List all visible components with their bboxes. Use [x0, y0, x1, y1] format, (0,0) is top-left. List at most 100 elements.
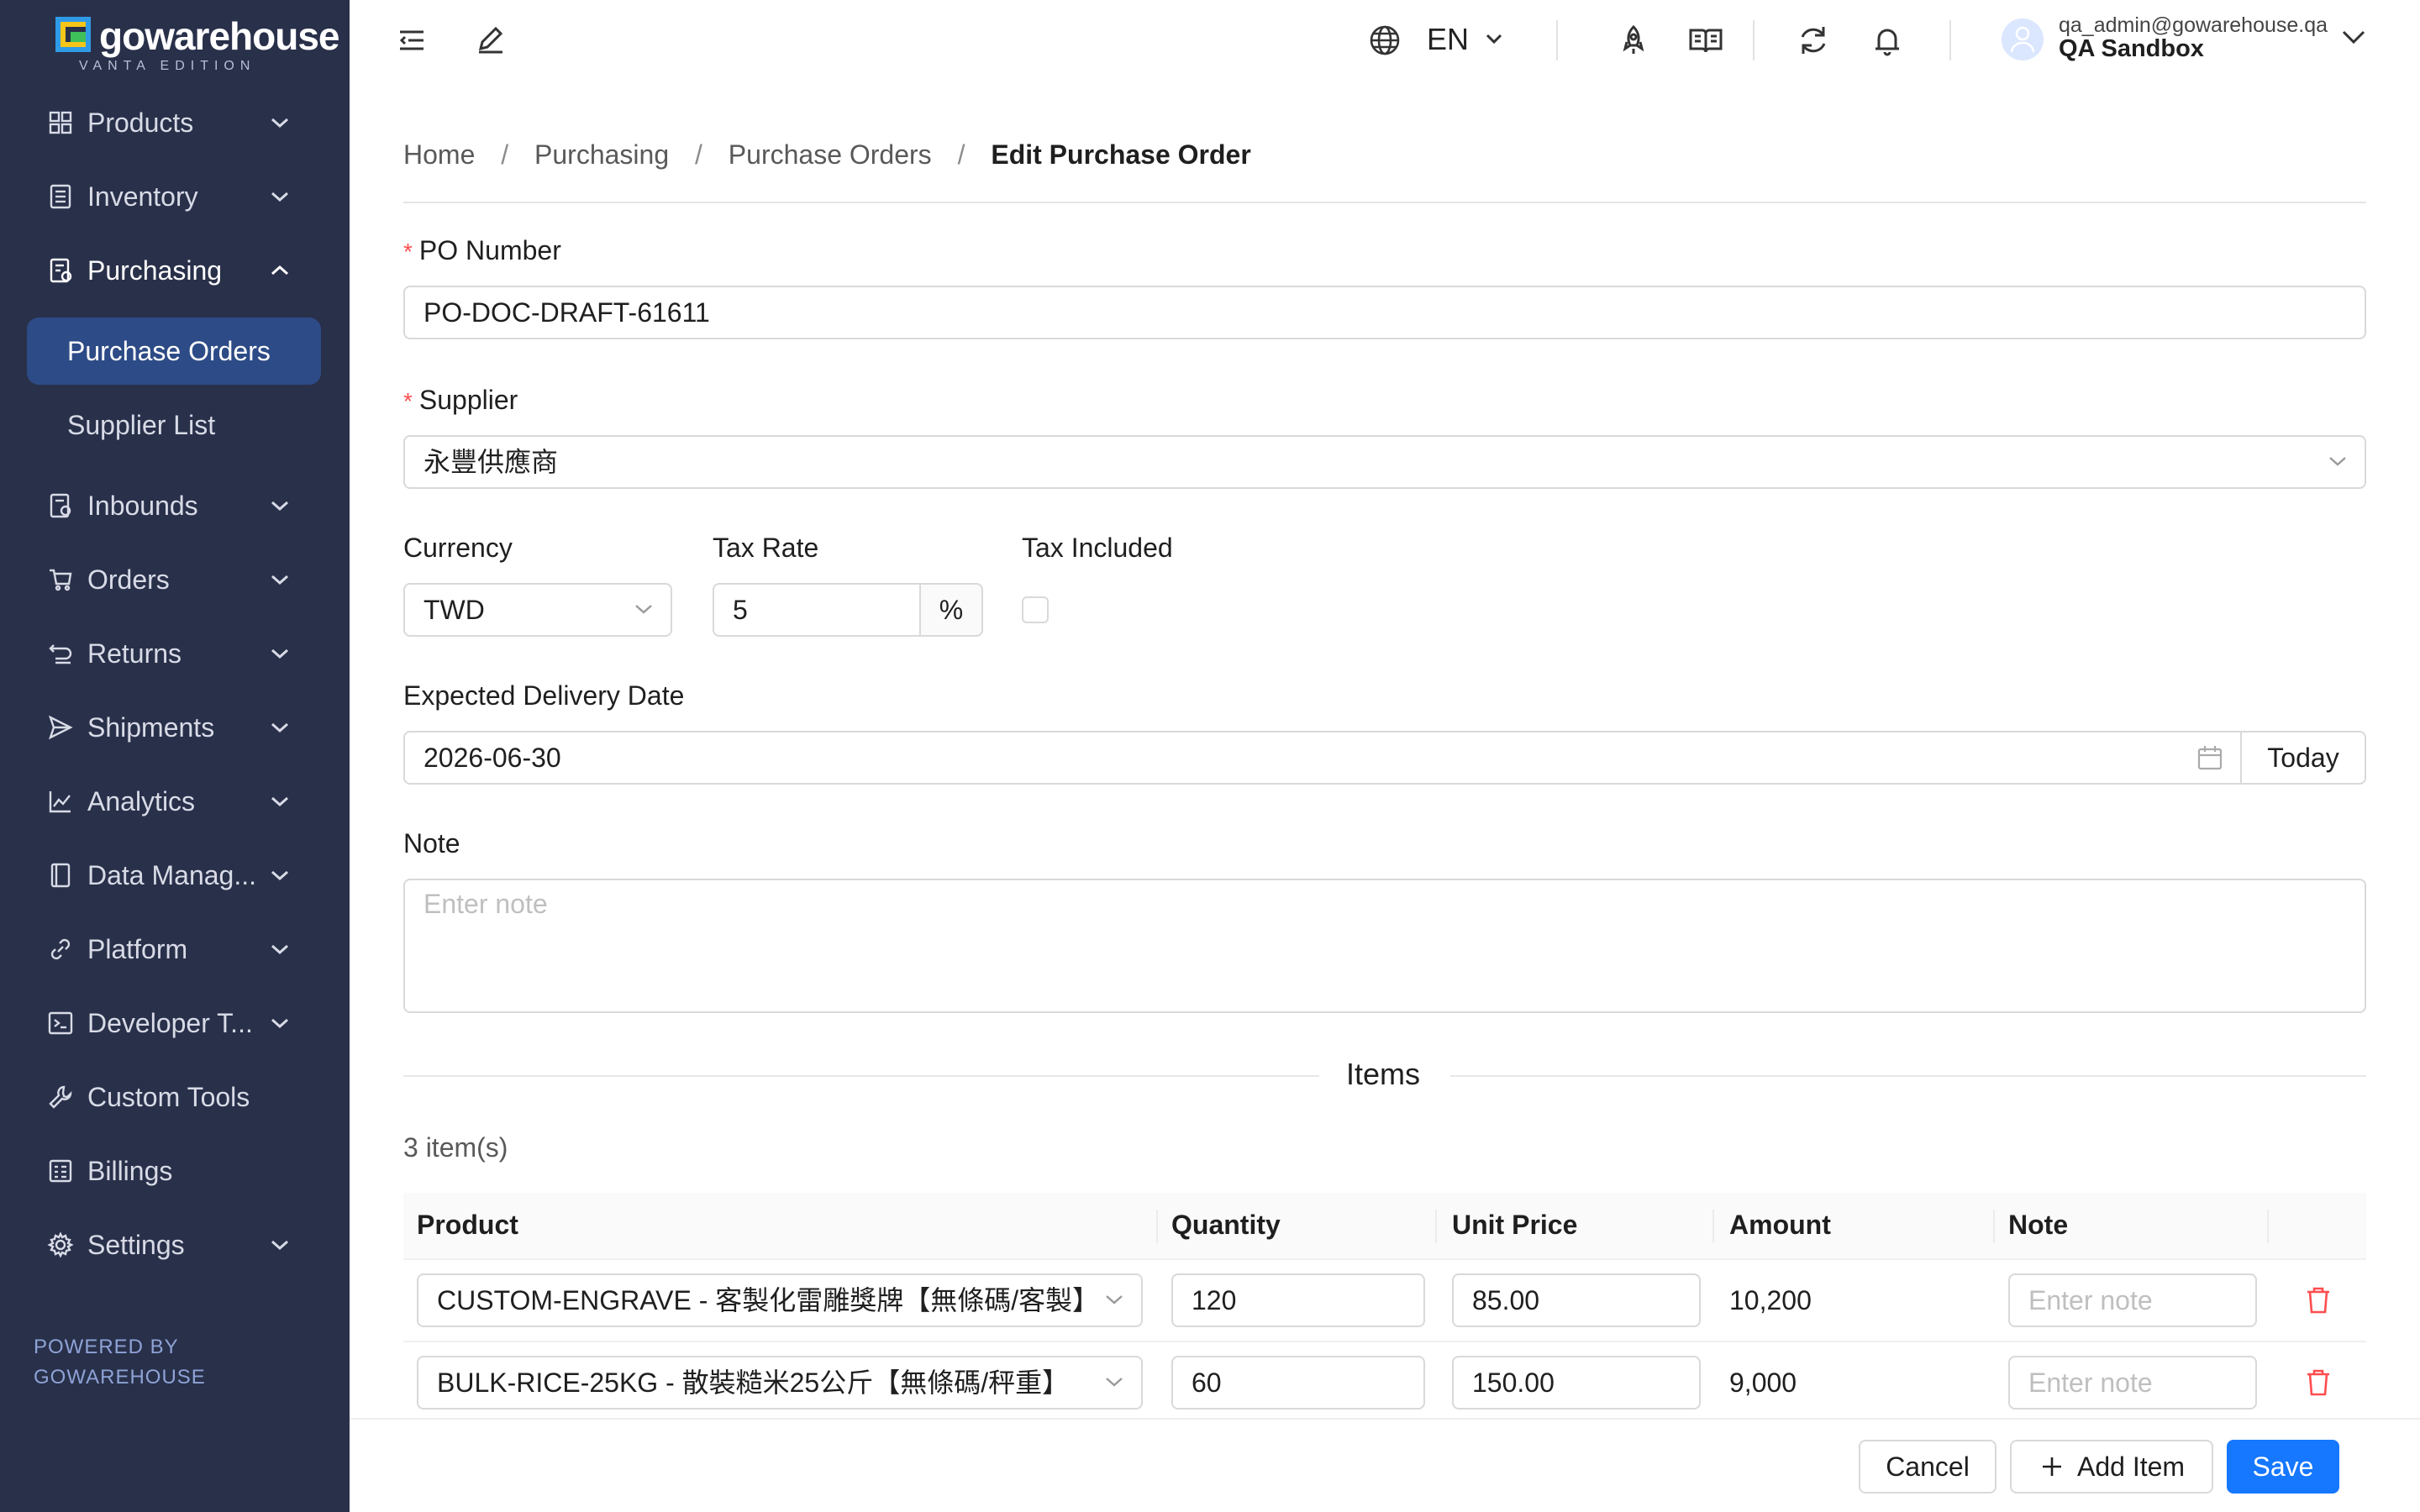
delivery-date-input[interactable]: 2026-06-30: [403, 731, 2242, 785]
chevron-down-icon: [271, 1240, 288, 1251]
sidebar-item-analytics[interactable]: Analytics: [0, 768, 350, 835]
row-note-input[interactable]: Enter note: [2008, 1273, 2257, 1327]
chevron-down-icon: [271, 944, 288, 955]
note-textarea[interactable]: Enter note: [403, 879, 2366, 1013]
globe-icon[interactable]: [1368, 24, 1402, 57]
row-note-input[interactable]: Enter note: [2008, 1356, 2257, 1410]
inventory-icon: [50, 184, 71, 209]
sidebar-subitem-purchase-orders[interactable]: Purchase Orders: [27, 318, 321, 385]
toolbar-divider: [1753, 20, 1754, 60]
calendar-icon[interactable]: [2196, 744, 2223, 771]
delivery-date-value: 2026-06-30: [424, 743, 561, 773]
sidebar-item-data-management[interactable]: Data Manag...: [0, 842, 350, 909]
delivery-date-label: Expected Delivery Date: [403, 680, 685, 711]
chevron-down-icon[interactable]: [1484, 30, 1504, 47]
quantity-input[interactable]: 120: [1171, 1273, 1425, 1327]
purchasing-icon: [50, 258, 72, 283]
column-divider: [1993, 1210, 1995, 1243]
sidebar-item-settings[interactable]: Settings: [0, 1211, 350, 1278]
bell-icon[interactable]: [1869, 22, 1906, 59]
breadcrumb-home[interactable]: Home: [403, 139, 475, 170]
amount-value: 9,000: [1729, 1368, 1797, 1398]
sidebar-item-developer-tools[interactable]: Developer T...: [0, 990, 350, 1057]
supplier-label: * Supplier: [403, 385, 518, 416]
sidebar-item-returns[interactable]: Returns: [0, 620, 350, 687]
unit-price-input[interactable]: 150.00: [1452, 1356, 1701, 1410]
quantity-input[interactable]: 60: [1171, 1356, 1425, 1410]
sidebar-item-billings[interactable]: Billings: [0, 1137, 350, 1205]
breadcrumb-purchase-orders[interactable]: Purchase Orders: [729, 139, 932, 170]
column-amount: Amount: [1729, 1210, 1831, 1240]
unit-price-input[interactable]: 85.00: [1452, 1273, 1701, 1327]
delete-icon[interactable]: [2304, 1285, 2333, 1315]
terminal-icon: [48, 1011, 73, 1035]
currency-select[interactable]: TWD: [403, 583, 672, 637]
po-number-input[interactable]: PO-DOC-DRAFT-61611: [403, 286, 2366, 339]
add-item-button[interactable]: Add Item: [2010, 1440, 2213, 1494]
brand-logo[interactable]: gowarehouse VANTA EDITION: [55, 14, 340, 74]
sidebar-item-label: Analytics: [87, 785, 196, 816]
chevron-down-icon: [2329, 457, 2346, 466]
items-count: 3 item(s): [403, 1132, 508, 1163]
gear-icon: [47, 1231, 74, 1258]
brand-name: gowarehouse: [99, 14, 340, 58]
form-footer: Cancel Add Item Save: [350, 1418, 2420, 1512]
language-selector[interactable]: EN: [1427, 22, 1469, 57]
supplier-select[interactable]: 永豐供應商: [403, 435, 2366, 489]
book-icon: [50, 863, 71, 888]
sidebar-item-platform[interactable]: Platform: [0, 916, 350, 983]
refresh-icon[interactable]: [1795, 22, 1832, 59]
save-button[interactable]: Save: [2227, 1440, 2339, 1494]
sidebar-item-label: Data Manag...: [87, 859, 256, 890]
chevron-down-icon[interactable]: [2341, 27, 2366, 47]
column-divider: [1712, 1210, 1714, 1243]
avatar[interactable]: [2002, 18, 2044, 60]
inbound-icon: [50, 493, 71, 518]
today-button[interactable]: Today: [2240, 731, 2366, 785]
items-table-header: Product Quantity Unit Price Amount Note: [403, 1193, 2366, 1260]
powered-by-line2: GOWAREHOUSE: [34, 1366, 206, 1389]
powered-by: POWERED BY GOWAREHOUSE: [34, 1332, 206, 1393]
sidebar-subitem-supplier-list[interactable]: Supplier List: [27, 391, 321, 459]
top-bar: EN qa_admin@gowarehouse.qa QA Sandbox: [350, 0, 2420, 79]
breadcrumb-separator: /: [501, 139, 509, 170]
product-select[interactable]: BULK-RICE-25KG - 散裝糙米25公斤【無條碼/秤重】: [417, 1356, 1143, 1410]
tax-rate-input[interactable]: 5: [713, 583, 921, 637]
sidebar-item-custom-tools[interactable]: Custom Tools: [0, 1063, 350, 1131]
sidebar-item-label: Orders: [87, 564, 170, 595]
user-org[interactable]: QA Sandbox: [2059, 35, 2204, 63]
sidebar-subitem-label: Supplier List: [67, 410, 216, 440]
chevron-down-icon: [271, 118, 288, 129]
sidebar-item-label: Inbounds: [87, 490, 198, 521]
tax-rate-label: Tax Rate: [713, 533, 819, 563]
toolbar-divider: [1949, 20, 1951, 60]
edit-icon[interactable]: [472, 22, 509, 59]
user-email[interactable]: qa_admin@gowarehouse.qa: [2059, 13, 2328, 38]
product-select[interactable]: CUSTOM-ENGRAVE - 客製化雷雕獎牌【無條碼/客製】: [417, 1273, 1143, 1327]
sidebar-item-inbounds[interactable]: Inbounds: [0, 472, 350, 539]
tax-included-checkbox[interactable]: [1022, 596, 1049, 623]
cancel-button[interactable]: Cancel: [1859, 1440, 1996, 1494]
sidebar-item-products[interactable]: Products: [0, 89, 350, 156]
sidebar-item-label: Shipments: [87, 711, 215, 743]
chevron-down-icon: [271, 796, 288, 807]
sidebar-item-inventory[interactable]: Inventory: [0, 163, 350, 230]
docs-book-icon[interactable]: [1687, 22, 1724, 59]
sidebar-item-shipments[interactable]: Shipments: [0, 694, 350, 761]
sidebar-item-label: Platform: [87, 933, 188, 964]
chevron-down-icon: [271, 192, 288, 202]
items-divider-left: [403, 1075, 1319, 1077]
column-product: Product: [417, 1210, 518, 1240]
column-divider: [2267, 1210, 2269, 1243]
menu-fold-icon[interactable]: [393, 22, 430, 59]
items-divider-right: [1450, 1075, 2366, 1077]
column-note: Note: [2008, 1210, 2069, 1240]
supplier-label-text: Supplier: [418, 385, 518, 415]
sidebar-item-purchasing[interactable]: Purchasing: [0, 237, 350, 304]
delete-icon[interactable]: [2304, 1368, 2333, 1398]
breadcrumb-purchasing[interactable]: Purchasing: [534, 139, 669, 170]
rocket-icon[interactable]: [1615, 22, 1652, 59]
product-value: CUSTOM-ENGRAVE - 客製化雷雕獎牌【無條碼/客製】: [437, 1285, 1100, 1315]
sidebar-item-orders[interactable]: Orders: [0, 546, 350, 613]
sidebar-item-label: Inventory: [87, 181, 198, 212]
